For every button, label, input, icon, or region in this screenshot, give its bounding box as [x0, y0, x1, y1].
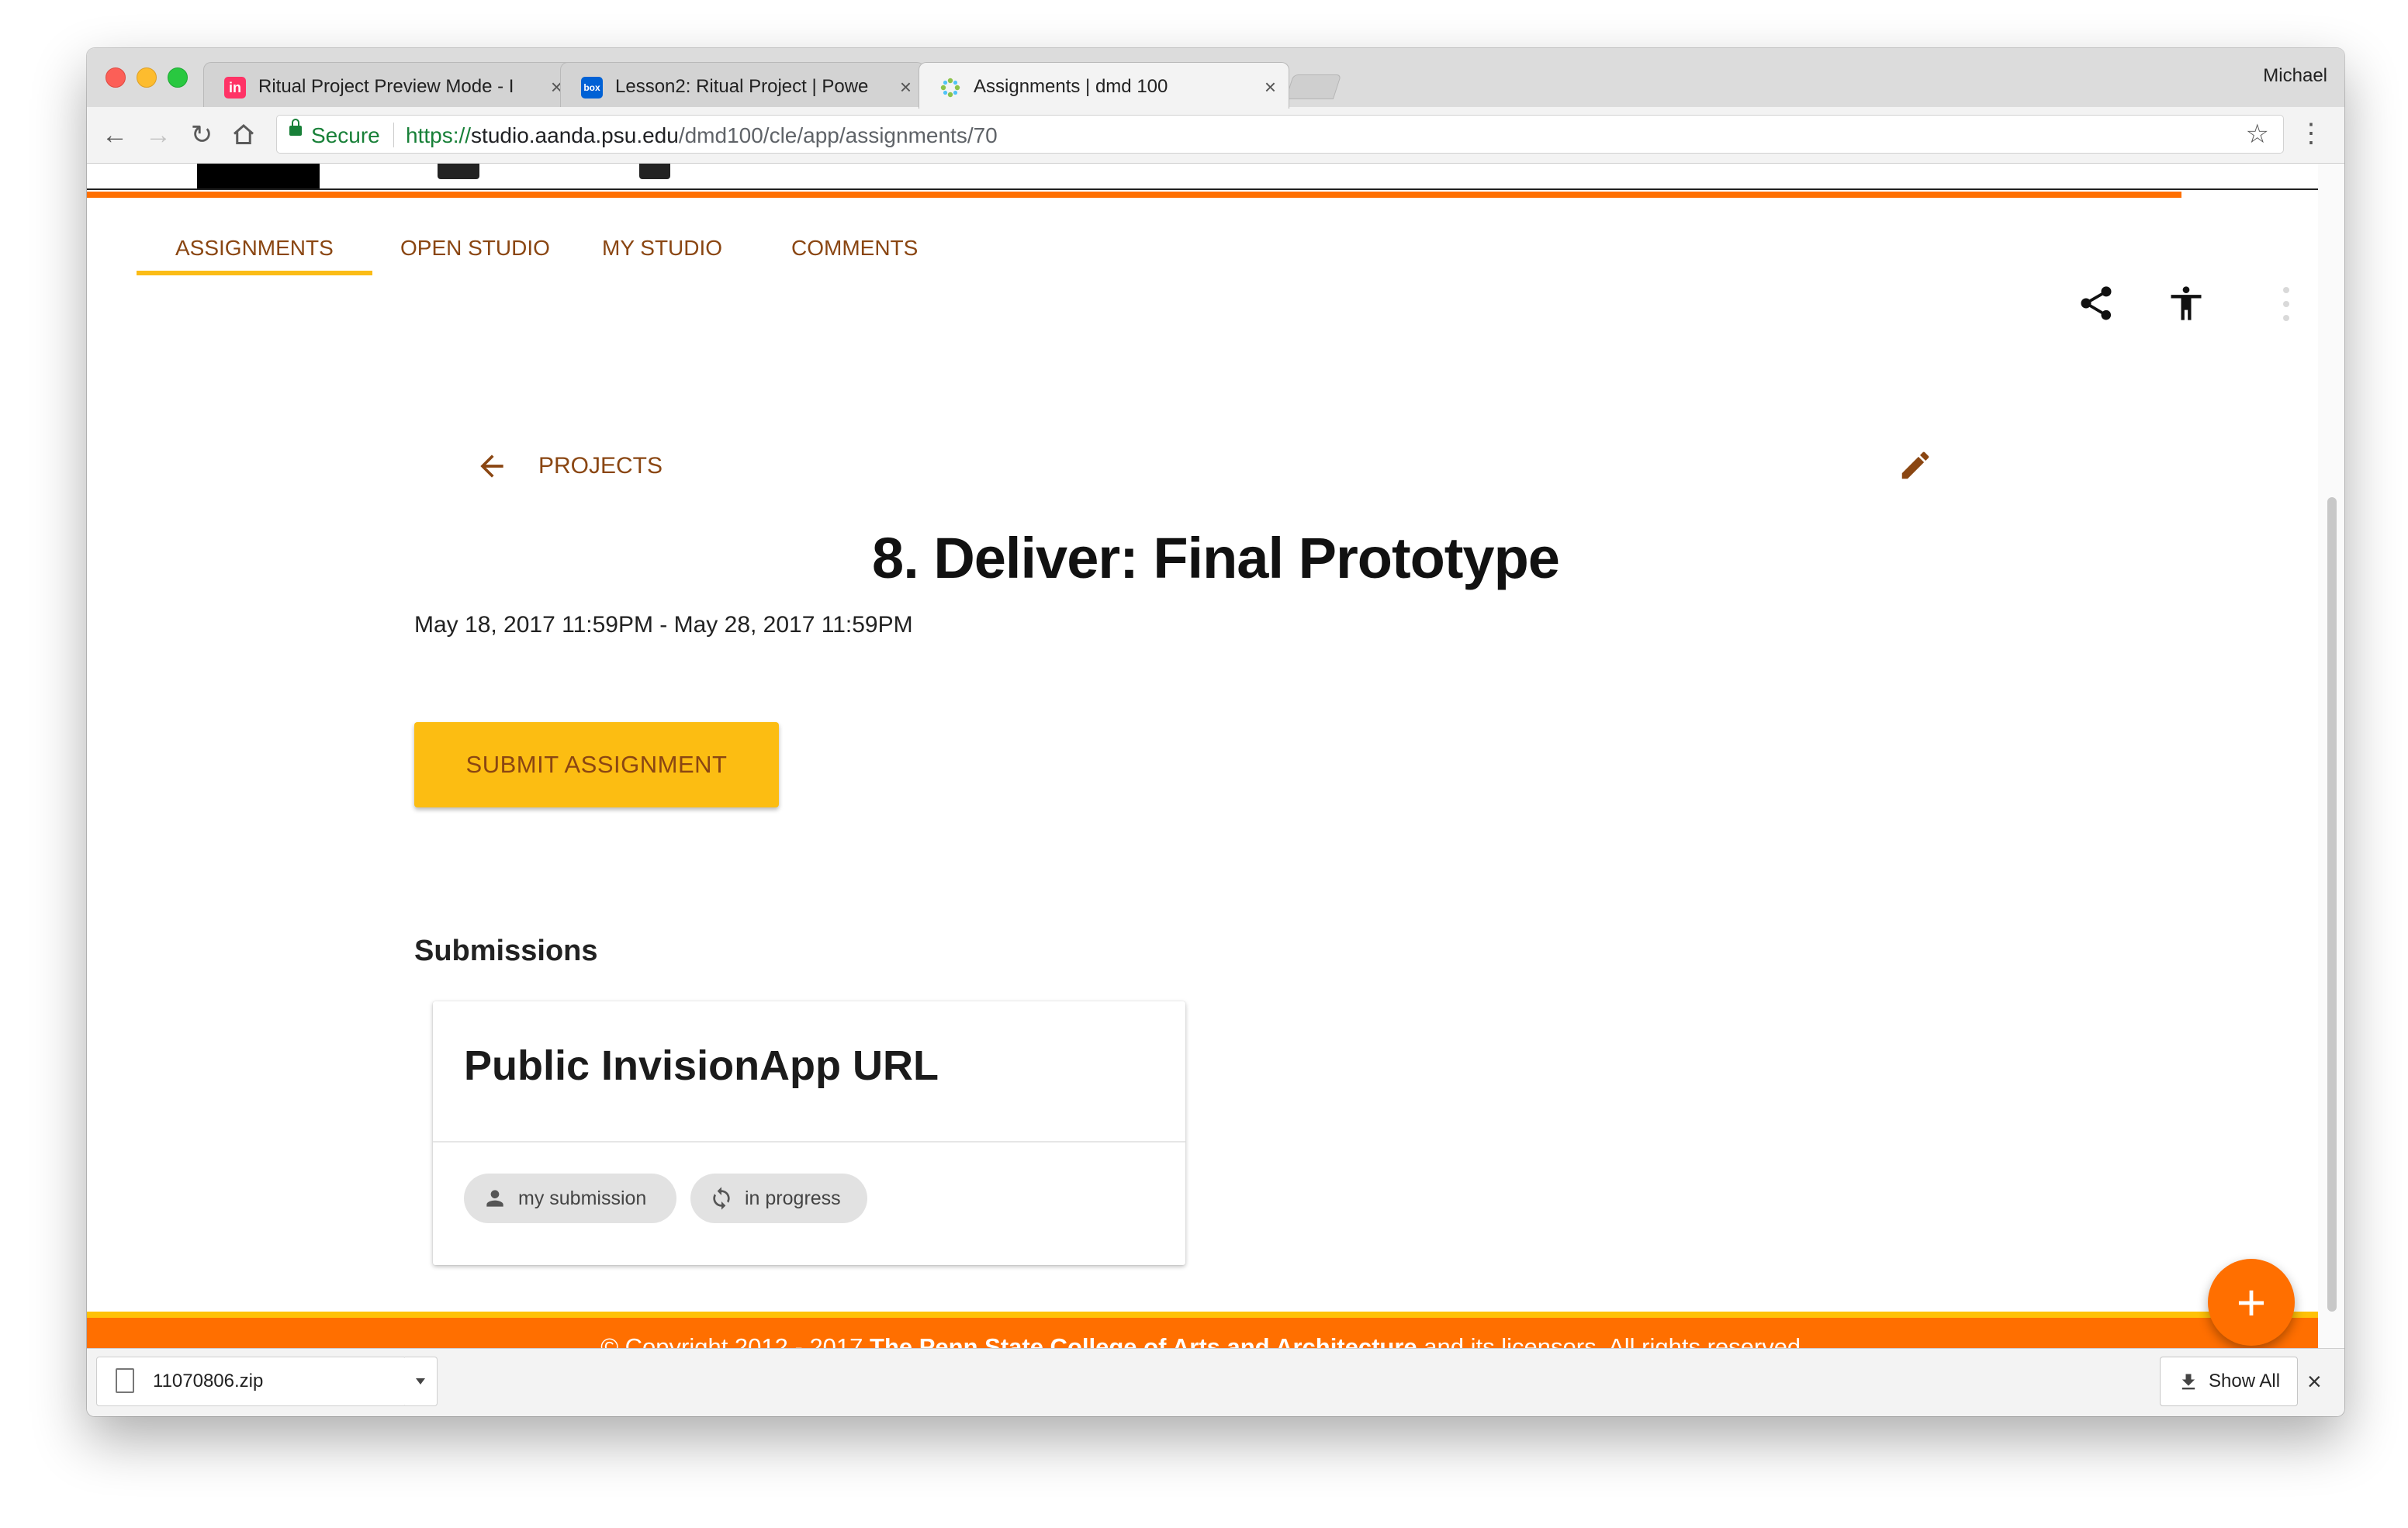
bookmark-star-icon[interactable]: ☆	[2246, 119, 2269, 150]
close-download-bar-icon[interactable]: ×	[2307, 1363, 2322, 1400]
tab-lesson2[interactable]: box Lesson2: Ritual Project | Powe ×	[560, 62, 925, 107]
more-vert-icon[interactable]	[2282, 286, 2290, 322]
accessibility-icon[interactable]	[2166, 282, 2206, 325]
tab-title: Ritual Project Preview Mode - I	[258, 76, 514, 97]
submissions-heading: Submissions	[414, 935, 598, 967]
submit-assignment-button[interactable]: SUBMIT ASSIGNMENT	[414, 722, 779, 807]
url-host: studio.aanda.psu.edu	[471, 123, 679, 147]
nav-comments[interactable]: COMMENTS	[752, 201, 957, 263]
page-title: 8. Deliver: Final Prototype	[872, 526, 1560, 590]
sync-icon	[713, 1187, 730, 1210]
assignment-dates: May 18, 2017 11:59PM - May 28, 2017 11:5…	[414, 612, 913, 638]
browser-window: in Ritual Project Preview Mode - I × box…	[87, 48, 2344, 1416]
title-bar: in Ritual Project Preview Mode - I × box…	[87, 48, 2344, 109]
header-divider	[87, 188, 2321, 190]
nav-open-studio[interactable]: OPEN STUDIO	[362, 201, 589, 263]
back-to-projects-link[interactable]: PROJECTS	[538, 449, 663, 483]
window-minimize-button[interactable]	[137, 67, 157, 88]
tab-close-icon[interactable]: ×	[1265, 72, 1276, 102]
invision-icon: in	[224, 77, 246, 99]
card-divider	[433, 1141, 1185, 1143]
download-item[interactable]: 11070806.zip	[96, 1357, 407, 1406]
url-scheme: https://	[406, 123, 472, 147]
tab-assignments[interactable]: Assignments | dmd 100 ×	[919, 62, 1289, 109]
box-icon: box	[581, 77, 603, 99]
home-icon[interactable]	[230, 121, 258, 149]
url-separator	[393, 123, 394, 147]
forward-button[interactable]: →	[141, 118, 175, 152]
studio-icon	[940, 78, 960, 98]
my-submission-chip[interactable]: my submission	[464, 1174, 676, 1223]
tab-ritual-preview[interactable]: in Ritual Project Preview Mode - I ×	[203, 62, 576, 107]
header-accent-bar	[87, 192, 2181, 198]
browser-toolbar: ← → ↻ Secure https://studio.aanda.psu.ed…	[87, 107, 2344, 164]
submission-card[interactable]: Public InvisionApp URL my submission in …	[433, 1001, 1185, 1265]
address-bar[interactable]: Secure https://studio.aanda.psu.edu/dmd1…	[276, 115, 2284, 154]
scrollbar-thumb[interactable]	[2327, 497, 2337, 1312]
edit-pencil-icon[interactable]	[1898, 448, 1933, 483]
tab-title: Lesson2: Ritual Project | Powe	[615, 76, 869, 97]
security-label: Secure	[311, 123, 380, 147]
add-fab-button[interactable]: +	[2208, 1259, 2295, 1346]
page-content: ASSIGNMENTS OPEN STUDIO MY STUDIO COMMEN…	[87, 164, 2344, 1397]
file-icon	[116, 1368, 134, 1393]
share-icon[interactable]	[2076, 283, 2116, 323]
download-options-button[interactable]	[405, 1357, 438, 1406]
chevron-down-icon	[416, 1378, 425, 1385]
browser-menu-icon[interactable]: ⋮	[2298, 116, 2324, 150]
chip-label: my submission	[518, 1187, 647, 1209]
url-path: /dmd100/cle/app/assignments/70	[678, 123, 998, 147]
back-button[interactable]: ←	[98, 118, 132, 152]
profile-name[interactable]: Michael	[2263, 65, 2327, 87]
tab-close-icon[interactable]: ×	[900, 72, 912, 102]
url-text[interactable]: https://studio.aanda.psu.edu/dmd100/cle/…	[406, 123, 998, 148]
person-icon	[486, 1190, 503, 1207]
download-icon	[2181, 1374, 2195, 1390]
download-bar: 11070806.zip Show All ×	[87, 1348, 2344, 1416]
show-all-button[interactable]: Show All	[2160, 1357, 2298, 1406]
nav-assignments[interactable]: ASSIGNMENTS	[137, 201, 372, 275]
tab-title: Assignments | dmd 100	[974, 76, 1168, 97]
in-progress-chip[interactable]: in progress	[690, 1174, 867, 1223]
download-file-name: 11070806.zip	[153, 1371, 264, 1391]
chip-label: in progress	[745, 1187, 841, 1209]
partial-toolbar-icon	[438, 164, 479, 179]
app-header-stub	[197, 164, 320, 190]
nav-my-studio[interactable]: MY STUDIO	[563, 201, 761, 263]
show-all-label: Show All	[2209, 1371, 2281, 1391]
arrow-back-icon[interactable]	[475, 449, 509, 483]
new-tab-button[interactable]	[1285, 74, 1342, 99]
window-maximize-button[interactable]	[168, 67, 188, 88]
footer-accent-strip	[87, 1312, 2321, 1318]
lock-icon	[289, 119, 302, 136]
window-close-button[interactable]	[106, 67, 126, 88]
partial-toolbar-icon	[639, 164, 670, 179]
submission-card-title: Public InvisionApp URL	[464, 1042, 939, 1089]
reload-button[interactable]: ↻	[185, 118, 219, 152]
